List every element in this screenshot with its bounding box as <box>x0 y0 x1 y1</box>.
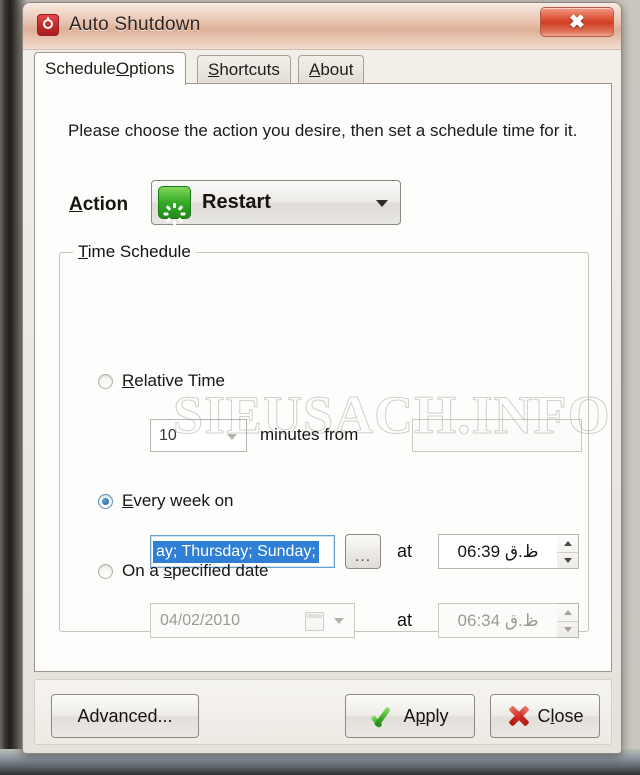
relative-from-field[interactable] <box>412 419 582 452</box>
weekly-time-spinner[interactable] <box>557 534 579 569</box>
radio-label-mnemonic: E <box>122 491 134 510</box>
apply-label: Apply <box>403 706 448 727</box>
legend-rest: ime Schedule <box>87 242 191 261</box>
date-value: 04/02/2010 <box>160 611 241 629</box>
tab-strip: Schedule Options Shortcuts About <box>34 52 612 85</box>
radio-label-rest: very week on <box>133 491 234 510</box>
apply-label-pre: A <box>403 705 416 726</box>
restart-icon <box>158 186 191 225</box>
radio-every-week[interactable]: Every week on <box>98 491 234 511</box>
close-icon: ✖ <box>569 11 585 33</box>
radio-label-rest: pecified date <box>172 561 269 580</box>
tab-shortcuts[interactable]: Shortcuts <box>197 55 291 84</box>
advanced-label: Advanced... <box>77 705 173 726</box>
date-picker-input[interactable]: 04/02/2010 <box>150 603 355 638</box>
close-button[interactable]: Close <box>490 694 600 738</box>
chevron-down-icon <box>376 200 388 207</box>
radio-indicator-specified-date <box>98 563 113 579</box>
minutes-value: 10 <box>159 426 177 444</box>
time-schedule-group: Time Schedule Relative Time 10 minutes f… <box>59 242 589 638</box>
close-label-post: ose <box>554 705 584 726</box>
check-icon <box>371 703 397 729</box>
close-label-pre: C <box>537 705 551 726</box>
chevron-down-icon <box>227 434 237 440</box>
apply-label-post: ply <box>425 705 449 726</box>
radio-label-pre: On a <box>122 561 164 580</box>
arrow-down-icon <box>563 627 572 633</box>
radio-label-rest: elative Time <box>134 371 225 390</box>
instruction-text: Please choose the action you desire, the… <box>68 121 578 140</box>
window-close-button[interactable]: ✖ <box>540 7 614 37</box>
arrow-down-icon <box>563 558 572 564</box>
minutes-from-label: minutes from <box>260 425 359 444</box>
tab-label-part: ptions <box>129 59 175 78</box>
action-label-mnemonic: A <box>69 194 83 215</box>
radio-label-relative: Relative Time <box>122 371 225 391</box>
radio-relative-time[interactable]: Relative Time <box>98 371 225 391</box>
tab-label-part: Schedule <box>45 59 116 78</box>
tab-mnemonic: S <box>208 60 220 79</box>
action-label: Action <box>69 194 128 216</box>
auto-shutdown-window: Auto Shutdown ✖ Schedule Options Shortcu… <box>22 2 622 754</box>
action-dropdown[interactable]: Restart <box>151 180 401 225</box>
weekly-time-input[interactable]: 06:39 ظ.ق <box>438 534 558 569</box>
weekdays-value: ay; Thursday; Sunday; <box>153 540 319 563</box>
app-clock-icon <box>37 14 59 36</box>
date-time-spinner[interactable] <box>557 603 579 638</box>
date-time-input[interactable]: 06:34 ظ.ق <box>438 603 558 638</box>
apply-mnemonic: p <box>415 705 426 726</box>
weekly-time-value: 06:39 ظ.ق <box>457 541 539 561</box>
spinner-down[interactable] <box>557 620 578 639</box>
at-label-week: at <box>397 541 413 561</box>
minutes-dropdown[interactable]: 10 <box>150 419 247 452</box>
tab-mnemonic: O <box>115 59 130 78</box>
radio-label-specified-date: On a specified date <box>122 561 269 581</box>
tab-label-part: bout <box>320 60 354 79</box>
tab-schedule-options[interactable]: Schedule Options <box>34 52 186 85</box>
arrow-up-icon <box>563 609 572 615</box>
dialog-footer: Advanced... Apply Close <box>34 679 612 745</box>
radio-indicator-every-week <box>98 493 113 509</box>
radio-label-mnemonic: s <box>163 561 173 580</box>
spinner-up[interactable] <box>557 535 578 552</box>
title-bar: Auto Shutdown ✖ <box>23 3 621 50</box>
radio-label-every-week: Every week on <box>122 491 234 511</box>
tab-mnemonic: A <box>309 60 321 79</box>
radio-label-mnemonic: R <box>122 371 135 390</box>
chevron-down-icon <box>334 618 344 624</box>
weekdays-browse-button[interactable]: ... <box>345 534 381 569</box>
time-schedule-legend: Time Schedule <box>73 242 196 262</box>
advanced-button[interactable]: Advanced... <box>51 694 199 738</box>
date-time-value: 06:34 ظ.ق <box>457 610 539 630</box>
legend-mnemonic: T <box>78 242 88 261</box>
radio-specified-date[interactable]: On a specified date <box>98 561 269 581</box>
at-label-date: at <box>397 610 413 630</box>
tab-about[interactable]: About <box>298 55 365 84</box>
spinner-down[interactable] <box>557 551 578 570</box>
action-selected-value: Restart <box>202 191 271 213</box>
tab-label-part: hortcuts <box>219 60 280 79</box>
schedule-options-panel: Please choose the action you desire, the… <box>34 83 612 672</box>
close-label: Close <box>537 706 583 727</box>
x-icon <box>506 703 532 729</box>
radio-indicator-relative <box>98 373 113 389</box>
window-title: Auto Shutdown <box>69 14 201 35</box>
spinner-up[interactable] <box>557 604 578 621</box>
action-label-rest: ction <box>82 194 129 215</box>
calendar-icon <box>305 612 324 631</box>
arrow-up-icon <box>563 540 572 546</box>
apply-button[interactable]: Apply <box>345 694 475 738</box>
